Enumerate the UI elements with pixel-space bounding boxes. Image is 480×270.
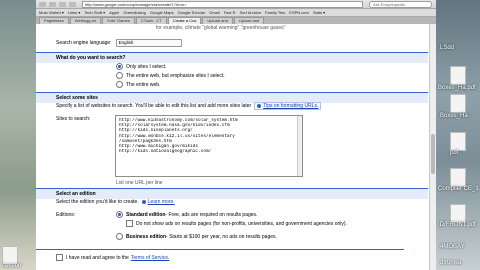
textarea-scrollbar[interactable] bbox=[297, 116, 302, 176]
sites-instructions: Specify a list of websites to search. Yo… bbox=[56, 103, 252, 109]
radio-icon[interactable] bbox=[116, 81, 123, 88]
desktop-label: LSdd bbox=[440, 45, 455, 51]
sites-textarea[interactable]: http://www.kidsastronomy.com/solar_syste… bbox=[115, 115, 303, 177]
tos-link[interactable]: Terms of Service. bbox=[131, 255, 170, 261]
bookmarks-bar: Most Visited ▾ Links ▾ Tech Stuff ▾ Appl… bbox=[36, 9, 436, 17]
bookmark-item[interactable]: Tech Stuff ▾ bbox=[84, 10, 105, 15]
document-file-icon[interactable] bbox=[450, 168, 466, 187]
language-label: Search engine language: bbox=[56, 40, 112, 46]
standard-edition-desc: - Free, ads are required on results page… bbox=[165, 211, 258, 218]
tab-weblogg-ed[interactable]: Weblogg-ed bbox=[69, 17, 102, 24]
radio-standard-edition[interactable]: Standard edition - Free, ads are require… bbox=[116, 211, 257, 218]
page-scrollbar[interactable] bbox=[429, 24, 436, 270]
radio-selected-icon[interactable] bbox=[116, 63, 123, 70]
reload-button[interactable] bbox=[59, 1, 66, 7]
desktop-label: Boxes_Ha bbox=[440, 113, 468, 119]
tab-upload-2[interactable]: Upload and bbox=[233, 17, 265, 24]
navigation-toolbar: http://www.google.com/coop/manage/cse/cr… bbox=[36, 0, 436, 9]
radio-only-sites[interactable]: Only sites I select. bbox=[116, 63, 167, 70]
scrollbar-thumb[interactable] bbox=[431, 134, 435, 174]
bookmark-item[interactable]: Fast R bbox=[224, 10, 236, 15]
bookmark-item[interactable]: ESPN.com bbox=[289, 10, 309, 15]
bookmark-item[interactable]: Most Visited ▾ bbox=[39, 10, 64, 15]
tab-kids-games[interactable]: Kids' Games bbox=[102, 17, 135, 24]
browser-window: http://www.google.com/coop/manage/cse/cr… bbox=[36, 0, 436, 270]
pdf-file-icon[interactable] bbox=[450, 94, 466, 113]
section-header-edition: Select an edition bbox=[36, 188, 428, 199]
sites-instructions-row: Specify a list of websites to search. Yo… bbox=[56, 102, 322, 110]
url-bar[interactable]: http://www.google.com/coop/manage/cse/cr… bbox=[82, 0, 363, 8]
desktop-label: ID/FRONT.pdf bbox=[438, 222, 476, 228]
radio-icon[interactable] bbox=[116, 72, 123, 79]
no-ads-checkbox[interactable] bbox=[126, 220, 133, 227]
radio-selected-icon[interactable] bbox=[116, 211, 123, 218]
desktop-wallpaper-right: LSdd Boxes_Ha.pdf Boxes_Ha pdf Compiler … bbox=[436, 0, 480, 270]
radio-label: The entire web. bbox=[126, 81, 161, 88]
section-header-what-to-search: What do you want to search? bbox=[36, 52, 428, 63]
desktop-label: Compiler CE_1 bbox=[438, 186, 479, 192]
no-ads-label: Do not show ads on results pages (for no… bbox=[136, 220, 347, 227]
radio-label: Only sites I select. bbox=[126, 63, 167, 70]
edition-prompt: Select the edition you'd like to create. bbox=[56, 199, 139, 205]
sites-note: List one URL per line bbox=[116, 180, 163, 186]
pdf-file-icon[interactable] bbox=[450, 66, 466, 85]
tips-link-text[interactable]: Tips on formatting URLs. bbox=[263, 103, 318, 109]
tab-create-custom-search[interactable]: Create a Cus bbox=[167, 17, 202, 24]
forward-button[interactable] bbox=[49, 1, 56, 7]
desktop-wallpaper-left: Lesson bbox=[0, 0, 36, 270]
bookmark-item[interactable]: Family Ties bbox=[265, 10, 285, 15]
bookmark-item[interactable]: Links ▾ bbox=[68, 10, 80, 15]
info-icon bbox=[257, 104, 262, 108]
business-edition-desc: - Starts at $100 per year, no ads on res… bbox=[166, 233, 277, 240]
edition-prompt-row: Select the edition you'd like to create.… bbox=[56, 199, 175, 205]
tos-checkbox[interactable] bbox=[56, 254, 63, 261]
no-ads-checkbox-row[interactable]: Do not show ads on results pages (for no… bbox=[126, 220, 347, 227]
editions-label: Editions: bbox=[56, 212, 76, 218]
radio-emphasize-sites[interactable]: The entire web, but emphasize sites I se… bbox=[116, 72, 225, 79]
divider bbox=[36, 249, 404, 250]
tab-upload[interactable]: Upload and bbox=[202, 17, 233, 24]
language-select[interactable]: English bbox=[115, 39, 182, 47]
radio-label: The entire web, but emphasize sites I se… bbox=[126, 72, 225, 79]
tab-pageflakes[interactable]: Pageflakes bbox=[39, 17, 69, 24]
pdf-file-icon[interactable] bbox=[450, 132, 466, 151]
pdf-file-icon[interactable] bbox=[450, 204, 466, 223]
bookmark-item[interactable]: Gmail bbox=[209, 10, 219, 15]
learn-more-link[interactable]: Learn more. bbox=[148, 199, 175, 205]
tos-text: I have read and agree to the bbox=[66, 254, 129, 261]
sites-label: Sites to search: bbox=[56, 116, 91, 122]
standard-edition-title: Standard edition bbox=[126, 211, 166, 218]
radio-business-edition[interactable]: Business edition - Starts at $100 per ye… bbox=[116, 233, 277, 240]
stop-button[interactable] bbox=[69, 1, 76, 7]
desktop-label: Boxes_Ha.pdf bbox=[438, 85, 476, 91]
desktop-label: dtrunwa bbox=[440, 260, 462, 266]
back-button[interactable] bbox=[39, 1, 46, 7]
desktop-label: 4MOBAY bbox=[440, 244, 465, 250]
desktop-label: Lesson bbox=[2, 263, 22, 269]
language-row: Search engine language: English bbox=[56, 39, 182, 47]
bookmark-item[interactable]: Greenlinking bbox=[123, 10, 145, 15]
bookmark-item[interactable]: Google Maps bbox=[150, 10, 174, 15]
toolbar-search-input[interactable]: Ask Encyclopedia bbox=[369, 0, 432, 8]
bookmark-item[interactable]: Stats ▾ bbox=[313, 10, 325, 15]
business-edition-title: Business edition bbox=[126, 233, 167, 240]
keywords-hint: for example, climate "global warming" "g… bbox=[156, 25, 286, 31]
site-line: http://kids.nationalgeographic.com/ bbox=[119, 149, 212, 155]
radio-entire-web[interactable]: The entire web. bbox=[116, 81, 160, 88]
tab-ctools[interactable]: CTools : CT bbox=[135, 17, 167, 24]
tips-link[interactable]: Tips on formatting URLs. bbox=[254, 102, 322, 110]
bookmark-item[interactable]: Google Scholar bbox=[178, 10, 206, 15]
info-icon bbox=[141, 200, 146, 204]
desktop-label: pdf bbox=[450, 150, 459, 156]
tos-row: I have read and agree to the Terms of Se… bbox=[56, 254, 169, 261]
bookmark-item[interactable]: Apple bbox=[109, 10, 119, 15]
radio-icon[interactable] bbox=[116, 233, 123, 240]
bookmark-item[interactable]: Surf Archive bbox=[239, 10, 261, 15]
